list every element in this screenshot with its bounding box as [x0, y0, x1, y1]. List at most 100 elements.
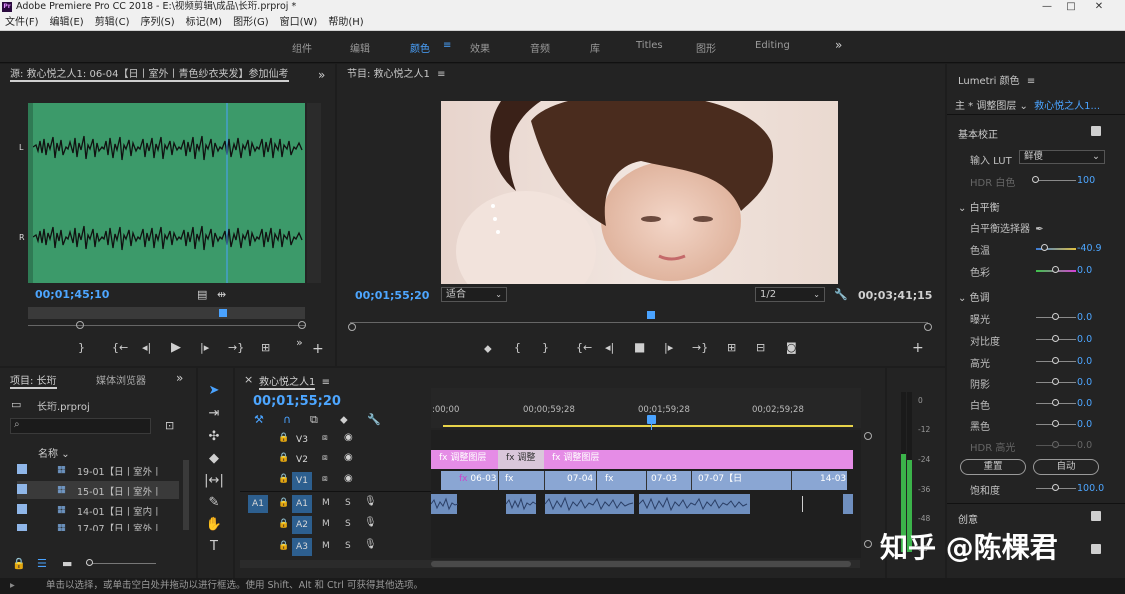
- video-clip[interactable]: fx 06-03: [441, 471, 499, 490]
- menu-sequence[interactable]: 序列(S): [140, 14, 174, 31]
- lumetri-target-select[interactable]: 主 * 调整图层 ⌄ 救心悦之人1...: [955, 97, 1100, 112]
- step-forward-icon[interactable]: |▸: [200, 341, 209, 354]
- add-marker-icon[interactable]: ⬥: [484, 342, 492, 356]
- close-icon[interactable]: ✕: [1088, 0, 1110, 14]
- program-video-frame[interactable]: [441, 101, 838, 284]
- snap-icon[interactable]: ∩: [283, 413, 291, 426]
- video-clip[interactable]: 14-03: [792, 471, 847, 490]
- track-label-v1[interactable]: V1: [292, 472, 312, 490]
- sync-lock-icon[interactable]: ⧈: [322, 474, 328, 484]
- panel-menu-icon[interactable]: ≡: [1027, 76, 1035, 87]
- source-drag-icon[interactable]: ⇹: [217, 288, 226, 301]
- white-balance-section[interactable]: ⌄ 白平衡: [958, 199, 1000, 214]
- program-time-ruler[interactable]: [350, 322, 928, 323]
- pen-tool-icon[interactable]: ✎: [204, 495, 224, 510]
- lock-icon[interactable]: 🔒: [278, 474, 289, 484]
- tab-media-browser[interactable]: 媒体浏览器: [96, 372, 146, 387]
- temperature-value[interactable]: -40.9: [1077, 243, 1102, 254]
- thumbnail-size-slider[interactable]: [86, 563, 156, 564]
- workspace-color[interactable]: 颜色: [410, 40, 430, 55]
- timeline-vscroll-handle[interactable]: [864, 540, 872, 548]
- workspace-audio[interactable]: 音频: [530, 40, 550, 55]
- step-back-icon[interactable]: ◂|: [142, 341, 151, 354]
- contrast-value[interactable]: 0.0: [1077, 334, 1092, 345]
- reset-button[interactable]: 重置: [960, 459, 1026, 475]
- mark-out-icon[interactable]: }: [542, 341, 549, 354]
- adjustment-layer-clip[interactable]: fx 调整: [498, 450, 544, 469]
- solo-button[interactable]: S: [345, 498, 351, 508]
- list-item[interactable]: ▦ 19-01【日丨室外丨: [17, 461, 179, 479]
- lumetri-title[interactable]: Lumetri 颜色 ≡: [958, 72, 1035, 87]
- basic-correction-header[interactable]: 基本校正: [958, 126, 998, 141]
- menu-marker[interactable]: 标记(M): [186, 14, 222, 31]
- highlights-value[interactable]: 0.0: [1077, 356, 1092, 367]
- saturation-value[interactable]: 100.0: [1077, 483, 1104, 494]
- playback-resolution-select[interactable]: 1/2 ⌄: [755, 287, 825, 302]
- workspace-graphics[interactable]: 图形: [696, 40, 716, 55]
- mute-button[interactable]: M: [322, 498, 330, 508]
- mute-button[interactable]: M: [322, 519, 330, 529]
- list-item[interactable]: ▦ 15-01【日丨室外丨: [17, 481, 179, 499]
- whites-knob[interactable]: [1052, 399, 1059, 406]
- video-clip[interactable]: fx: [499, 471, 545, 490]
- lock-icon[interactable]: 🔒: [12, 557, 26, 570]
- temperature-knob[interactable]: [1041, 244, 1048, 251]
- microphone-icon[interactable]: 🎙: [364, 496, 377, 507]
- track-label-v3[interactable]: V3: [292, 431, 312, 449]
- source-settings-icon[interactable]: ▤: [197, 288, 207, 301]
- wrench-icon[interactable]: 🔧: [834, 288, 848, 301]
- project-scrollbar[interactable]: [183, 460, 189, 530]
- audio-waveform[interactable]: [28, 103, 305, 283]
- panel-menu-icon[interactable]: ≡: [437, 69, 445, 80]
- eye-icon[interactable]: ◉: [344, 473, 353, 484]
- mark-in-icon[interactable]: {: [514, 341, 521, 354]
- menu-edit[interactable]: 编辑(E): [50, 14, 84, 31]
- controls-overflow-icon[interactable]: »: [296, 336, 303, 349]
- sequence-tab[interactable]: 救心悦之人1 ≡: [259, 373, 330, 390]
- creative-header[interactable]: 创意: [958, 511, 978, 526]
- video-clip[interactable]: 07-04: [545, 471, 597, 490]
- source-zoom-handle-right[interactable]: [298, 321, 306, 329]
- timeline-scroll-thumb[interactable]: [431, 561, 851, 567]
- panel-overflow-icon[interactable]: »: [318, 68, 325, 82]
- exposure-value[interactable]: 0.0: [1077, 312, 1092, 323]
- track-label-a3[interactable]: A3: [292, 538, 312, 556]
- source-timecode[interactable]: 00;01;45;10: [35, 288, 109, 301]
- go-to-out-icon[interactable]: →}: [692, 341, 708, 354]
- tint-value[interactable]: 0.0: [1077, 265, 1092, 276]
- close-icon[interactable]: ×: [244, 373, 253, 386]
- list-view-icon[interactable]: ☰: [37, 557, 47, 570]
- solo-button[interactable]: S: [345, 541, 351, 551]
- sync-lock-icon[interactable]: ⧈: [322, 453, 328, 463]
- column-name-header[interactable]: 名称 ⌄: [38, 445, 70, 460]
- workspace-libraries[interactable]: 库: [590, 40, 600, 55]
- microphone-icon[interactable]: 🎙: [364, 539, 377, 550]
- ripple-edit-tool-icon[interactable]: ✣: [204, 429, 224, 444]
- adjustment-layer-clip[interactable]: fx 调整图层: [431, 450, 498, 469]
- menu-file[interactable]: 文件(F): [5, 14, 39, 31]
- workspace-effects[interactable]: 效果: [470, 40, 490, 55]
- highlights-knob[interactable]: [1052, 357, 1059, 364]
- menu-window[interactable]: 窗口(W): [280, 14, 318, 31]
- go-to-out-icon[interactable]: →}: [228, 341, 244, 354]
- maximize-icon[interactable]: □: [1060, 0, 1082, 14]
- work-area-bar[interactable]: [443, 425, 853, 427]
- curves-checkbox[interactable]: [1091, 544, 1101, 554]
- zoom-level-select[interactable]: 适合 ⌄: [441, 287, 507, 302]
- lock-icon[interactable]: 🔒: [278, 541, 289, 551]
- mute-button[interactable]: M: [322, 541, 330, 551]
- auto-button[interactable]: 自动: [1033, 459, 1099, 475]
- menu-help[interactable]: 帮助(H): [328, 14, 363, 31]
- tone-section[interactable]: ⌄ 色调: [958, 289, 990, 304]
- solo-button[interactable]: S: [345, 519, 351, 529]
- saturation-knob[interactable]: [1052, 484, 1059, 491]
- video-clip[interactable]: 07-03: [647, 471, 692, 490]
- step-forward-icon[interactable]: |▸: [664, 341, 673, 354]
- camera-icon[interactable]: ◙: [786, 341, 797, 354]
- linked-selection-icon[interactable]: ⧉: [310, 413, 318, 427]
- contrast-knob[interactable]: [1052, 335, 1059, 342]
- microphone-icon[interactable]: 🎙: [364, 517, 377, 528]
- basic-correction-checkbox[interactable]: [1091, 126, 1101, 136]
- hdr-specular-value[interactable]: 0.0: [1077, 440, 1092, 451]
- nest-icon[interactable]: ⚒: [254, 413, 264, 426]
